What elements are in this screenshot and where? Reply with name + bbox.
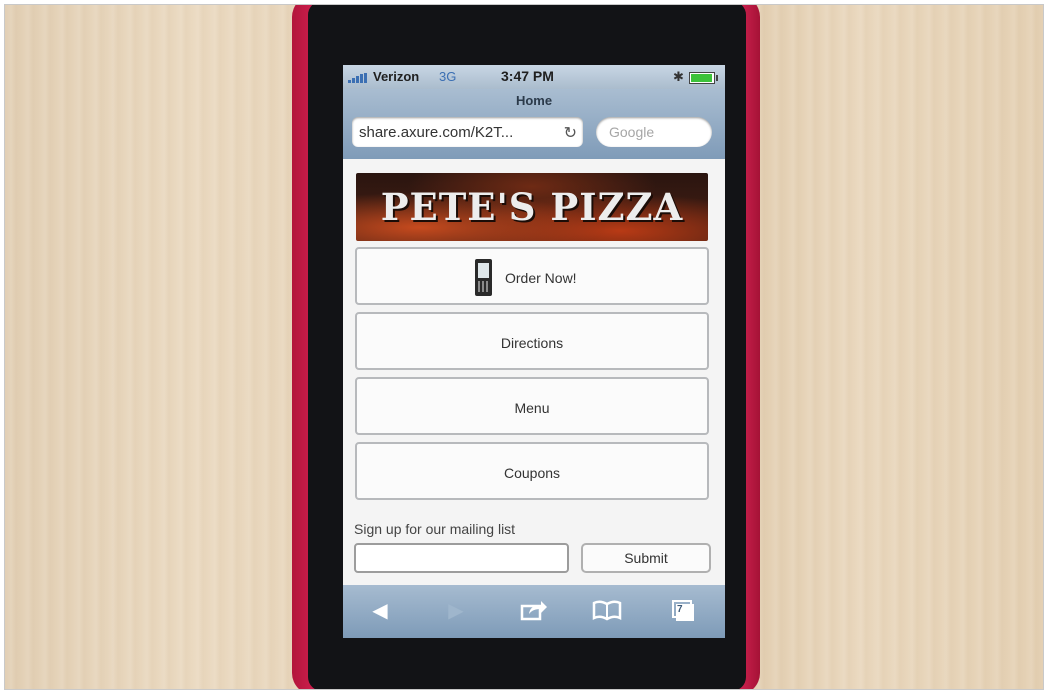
order-now-button[interactable]: Order Now! [355, 247, 709, 305]
pizza-banner: PETE'S PIZZA [356, 173, 708, 241]
address-bar[interactable]: share.axure.com/K2T... ↻ [352, 117, 583, 147]
battery-icon [689, 72, 718, 84]
browser-toolbar: ◀ ▶ 7 [343, 585, 725, 638]
search-placeholder: Google [609, 124, 655, 140]
coupons-label: Coupons [503, 465, 561, 481]
tabs-icon[interactable]: 7 [668, 599, 698, 623]
directions-label: Directions [500, 335, 564, 351]
order-now-label: Order Now! [505, 270, 577, 286]
battery-level [691, 74, 712, 82]
tabs-count: 7 [677, 604, 683, 615]
url-text: share.axure.com/K2T... [359, 124, 514, 141]
phone-screen: Verizon 3G 3:47 PM ✱ Home share.axure.co… [343, 65, 725, 638]
mobile-phone-icon [475, 259, 492, 296]
menu-button[interactable]: Menu [355, 377, 709, 435]
search-input[interactable]: Google [596, 117, 712, 147]
signal-icon [348, 73, 368, 83]
coupons-button[interactable]: Coupons [355, 442, 709, 500]
carrier-name: Verizon [373, 69, 420, 84]
web-page: PETE'S PIZZA Order Now! Directions Menu … [343, 159, 725, 585]
bluetooth-icon: ✱ [673, 69, 684, 84]
page-title: Home [515, 93, 553, 108]
directions-button[interactable]: Directions [355, 312, 709, 370]
submit-button[interactable]: Submit [581, 543, 711, 573]
book-icon[interactable] [592, 599, 622, 623]
browser-header: Home share.axure.com/K2T... ↻ Google [343, 89, 725, 159]
reload-icon[interactable]: ↻ [564, 123, 577, 143]
clock: 3:47 PM [501, 68, 554, 84]
photo-frame: Verizon 3G 3:47 PM ✱ Home share.axure.co… [4, 4, 1044, 690]
network-type: 3G [439, 69, 457, 84]
back-arrow-icon[interactable]: ◀ [365, 599, 395, 623]
share-icon[interactable] [519, 599, 549, 623]
menu-label: Menu [514, 400, 550, 416]
banner-title: PETE'S PIZZA [380, 185, 684, 229]
email-field[interactable] [354, 543, 569, 573]
forward-arrow-icon[interactable]: ▶ [441, 599, 471, 623]
mailing-list-label: Sign up for our mailing list [354, 521, 516, 537]
status-bar: Verizon 3G 3:47 PM ✱ [343, 65, 725, 89]
